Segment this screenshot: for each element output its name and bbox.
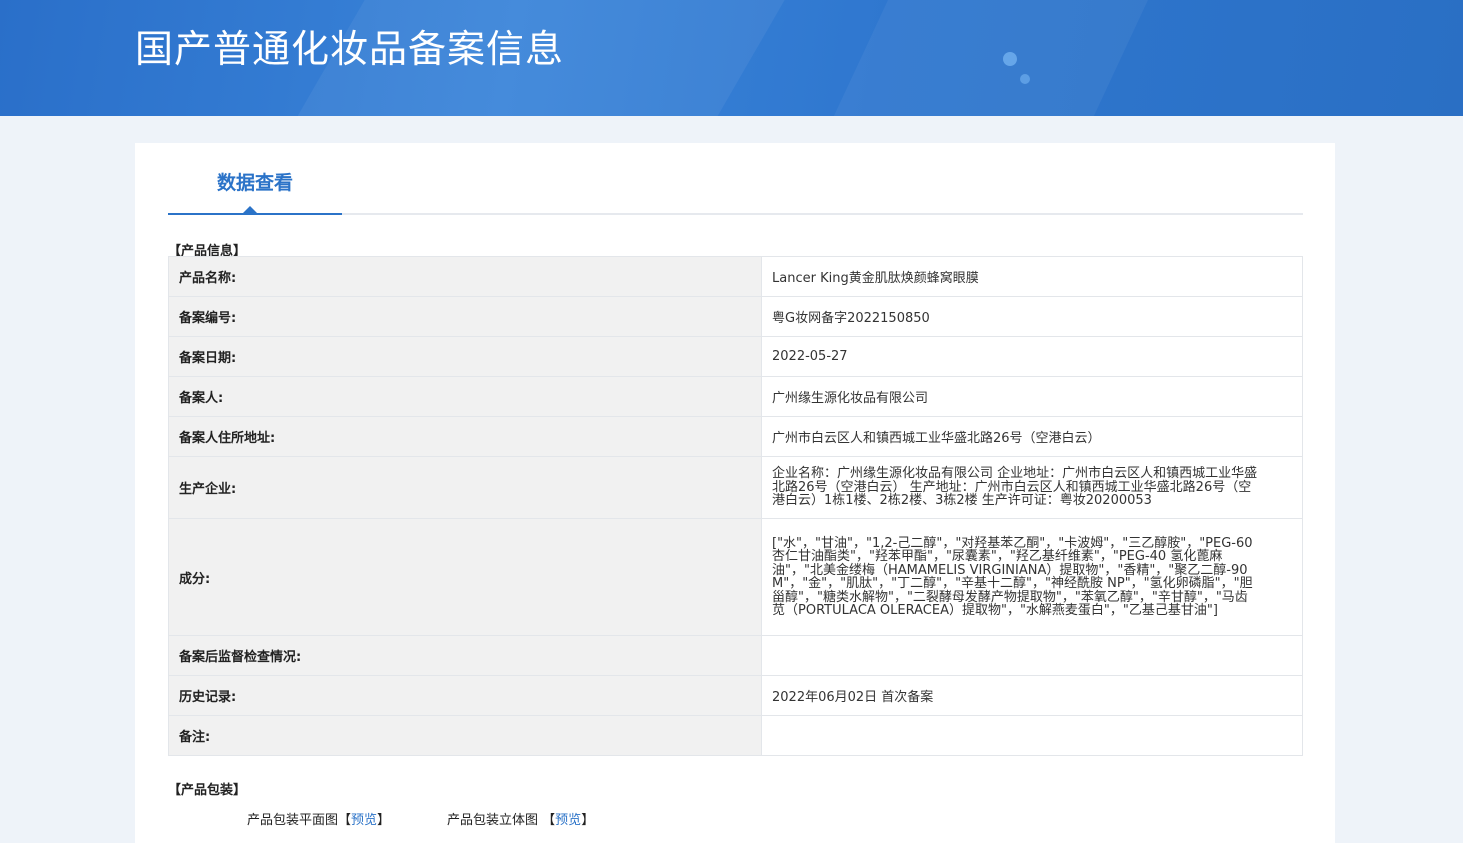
bracket: 【 [542,813,556,828]
row-key: 备案人: [168,376,762,417]
table-row: 备案人: 广州缘生源化妆品有限公司 [168,376,1303,417]
row-key: 备案编号: [168,296,762,337]
row-value-cell: 企业名称：广州缘生源化妆品有限公司 企业地址：广州市白云区人和镇西城工业华盛北路… [761,456,1303,519]
page-title: 国产普通化妆品备案信息 [135,27,565,71]
row-key: 生产企业: [168,456,762,519]
row-value: 广州市白云区人和镇西城工业华盛北路26号（空港白云） [761,416,1303,457]
table-row: 历史记录: 2022年06月02日 首次备案 [168,675,1303,716]
row-value-cell: ["水"，"甘油"，"1,2-己二醇"，"对羟基苯乙酮"，"卡波姆"，"三乙醇胺… [761,518,1303,636]
banner-decoration [822,0,1158,116]
tab-bar: 数据查看 [168,143,1303,215]
tab-caret-icon [243,206,257,213]
package-solid-label: 产品包装立体图 [447,813,539,828]
bracket: 】 [581,813,595,828]
preview-flat-link[interactable]: 预览 [351,813,377,828]
section-title-product-package: 【产品包装】 [168,783,247,798]
preview-solid-link[interactable]: 预览 [555,813,581,828]
table-row: 生产企业: 企业名称：广州缘生源化妆品有限公司 企业地址：广州市白云区人和镇西城… [168,456,1303,519]
row-key: 备案日期: [168,336,762,377]
bracket: 】 [377,813,391,828]
tab-label: 数据查看 [216,172,293,194]
package-flat: 产品包装平面图【预览】 [247,809,390,828]
row-value: 2022-05-27 [761,336,1303,377]
row-value: Lancer King黄金肌肽焕颜蜂窝眼膜 [761,256,1303,297]
row-key: 历史记录: [168,675,762,716]
row-key: 备案人住所地址: [168,416,762,457]
row-value [761,635,1303,676]
banner-dot [1003,52,1017,66]
content-card: 数据查看 【产品信息】 产品名称: Lancer King黄金肌肽焕颜蜂窝眼膜 … [135,143,1335,843]
row-value: 粤G妆网备字2022150850 [761,296,1303,337]
table-row: 备案人住所地址: 广州市白云区人和镇西城工业华盛北路26号（空港白云） [168,416,1303,457]
package-flat-label: 产品包装平面图 [247,813,339,828]
row-key: 产品名称: [168,256,762,297]
table-row: 产品名称: Lancer King黄金肌肽焕颜蜂窝眼膜 [168,256,1303,297]
tab-data-view[interactable]: 数据查看 [168,143,342,215]
table-row: 成分: ["水"，"甘油"，"1,2-己二醇"，"对羟基苯乙酮"，"卡波姆"，"… [168,518,1303,636]
row-key: 成分: [168,518,762,636]
row-key: 备案后监督检查情况: [168,635,762,676]
table-row: 备注: [168,715,1303,756]
row-value [761,715,1303,756]
table-row: 备案日期: 2022-05-27 [168,336,1303,377]
bracket: 【 [338,813,352,828]
row-value: 2022年06月02日 首次备案 [761,675,1303,716]
row-key: 备注: [168,715,762,756]
header-banner: 国产普通化妆品备案信息 [0,0,1463,116]
banner-dot [1020,74,1030,84]
product-info-table: 产品名称: Lancer King黄金肌肽焕颜蜂窝眼膜 备案编号: 粤G妆网备字… [168,256,1303,756]
row-value: 企业名称：广州缘生源化妆品有限公司 企业地址：广州市白云区人和镇西城工业华盛北路… [772,466,1258,509]
package-solid: 产品包装立体图 【预览】 [447,809,594,828]
row-value: ["水"，"甘油"，"1,2-己二醇"，"对羟基苯乙酮"，"卡波姆"，"三乙醇胺… [772,535,1253,618]
table-row: 备案编号: 粤G妆网备字2022150850 [168,296,1303,337]
table-row: 备案后监督检查情况: [168,635,1303,676]
row-value: 广州缘生源化妆品有限公司 [761,376,1303,417]
